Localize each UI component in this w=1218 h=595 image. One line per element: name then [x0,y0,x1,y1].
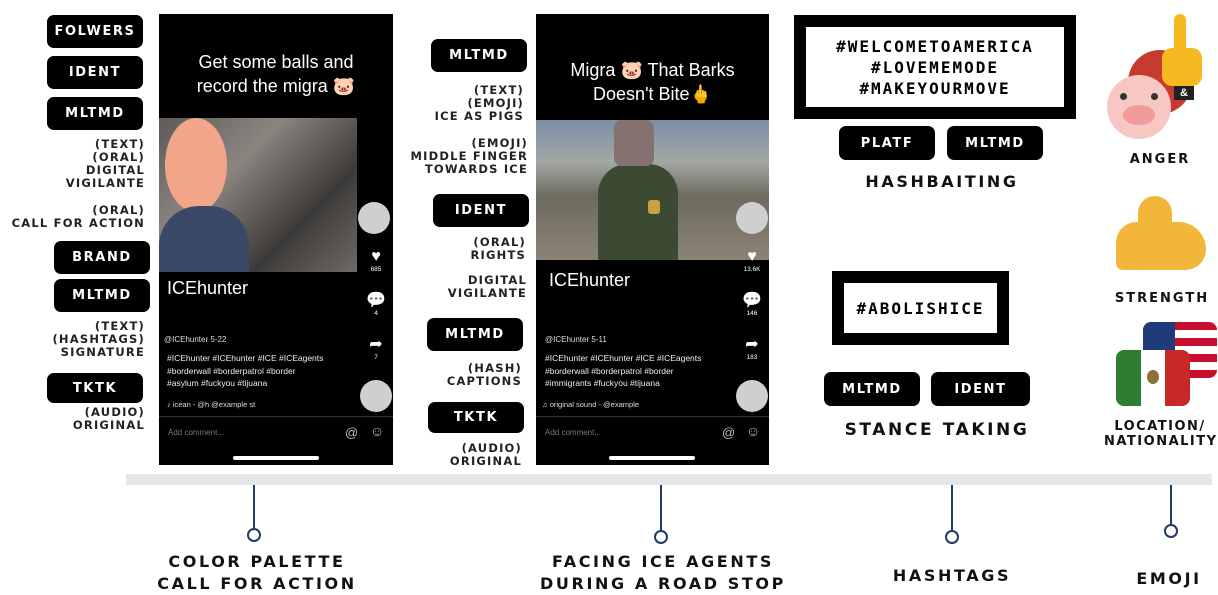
flexed-biceps-emoji [1108,194,1206,272]
note-audio-original: (AUDIO) ORIGINAL [72,405,145,432]
middle-finger-emoji [1162,14,1202,86]
timeline-stem-4 [1170,485,1172,524]
tag-platf: PLATF [839,126,935,160]
agent-uniform [598,164,678,260]
sound-info[interactable]: ♫ original sound - @example [542,400,722,409]
note-digital-vigilante: DIGITAL VIGILANTE [447,273,527,300]
tag-mltmd-2: MLTMD [54,279,150,312]
note-text-oral-digital: (TEXT) (ORAL) DIGITAL VIGILANTE [65,137,145,190]
hashtag-box-abolishice: #ABOLISHICE [832,271,1009,345]
tiktok-screenshot-1: Get some balls and record the migra 🐷 ♥ … [159,14,393,465]
comment-input[interactable]: Add comment... [168,428,224,437]
note-oral-rights: (ORAL) RIGHTS [470,235,526,262]
pig-emoji: 🐷 [332,76,356,96]
note-audio-original-2: (AUDIO) ORIGINAL [449,441,522,468]
timeline-stem-2 [660,485,662,530]
timeline-label-1: COLOR PALETTE CALL FOR ACTION [157,552,357,593]
home-indicator [609,456,695,460]
note-oral-call-for-action: (ORAL) CALL FOR ACTION [11,203,145,230]
like-button[interactable]: ♥ 685 [362,248,390,273]
timeline-label-4: EMOJI [1136,569,1202,588]
emoji-icon[interactable]: ☺ [370,423,384,439]
blurred-face [614,120,654,166]
pig-emoji: 🐷 [620,60,643,80]
tag-ident-3: IDENT [931,372,1030,406]
timeline-node-2 [654,530,668,544]
label-hashbaiting: HASHBAITING [865,172,1019,191]
comment-button[interactable]: 💬 146 [738,292,766,317]
tag-mltmd-6: MLTMD [824,372,920,406]
tag-ident: IDENT [47,56,143,89]
username[interactable]: ICEhunter [549,270,630,291]
divider [536,416,769,417]
share-button[interactable]: ➦ 183 [738,336,766,361]
comment-input[interactable]: Add comment... [545,428,601,437]
tag-ident-2: IDENT [433,194,529,227]
username[interactable]: ICEhunter [167,278,248,299]
tag-tktk-2: TKTK [428,402,524,433]
timeline-label-3: HASHTAGS [892,566,1012,585]
ampersand-glyph: & [1174,86,1194,100]
comment-bubble-icon: 💬 [742,292,762,309]
mention-icon[interactable]: @ [345,425,358,440]
timeline-bar [126,474,1212,485]
comment-button[interactable]: 💬 4 [362,292,390,317]
person-shoulder [159,206,249,272]
note-text-emoji-pigs: (TEXT) (EMOJI) ICE AS PIGS [434,83,524,123]
sound-disc[interactable] [736,380,768,412]
tag-brand: BRAND [54,241,150,274]
note-text-hashtags-signature: (TEXT) (HASHTAGS) SIGNATURE [52,319,145,359]
middle-finger-emoji: 🖕 [689,84,712,104]
heart-icon: ♥ [747,248,757,265]
timeline-node-1 [247,528,261,542]
post-handle-date[interactable]: @ICEhunter 5-11 [545,335,607,344]
tiktok-screenshot-2: Migra 🐷 That Barks Doesn't Bite🖕 ♥ 13.6K… [536,14,769,465]
label-location-nationality: LOCATION/ NATIONALITY [1104,419,1218,449]
timeline-stem-1 [253,485,255,528]
tag-mltmd-4: MLTMD [427,318,523,351]
divider [159,416,393,417]
blurred-face [165,118,227,212]
timeline-node-4 [1164,524,1178,538]
hashtag-box-welcome: #WELCOMETOAMERICA #LOVEMEMODE #MAKEYOURM… [794,15,1076,119]
video-caption: Migra 🐷 That Barks Doesn't Bite🖕 [570,60,735,104]
heart-icon: ♥ [371,248,381,265]
note-hash-captions: (HASH) CAPTIONS [446,361,522,388]
post-description: #ICEhunter #ICEhunter #ICE #ICEagents #b… [545,353,702,388]
pig-face-emoji [1107,75,1171,139]
note-emoji-middle-finger: (EMOJI) MIDDLE FINGER TOWARDS ICE [410,136,528,176]
emoji-icon[interactable]: ☺ [746,423,760,439]
share-arrow-icon: ➦ [369,336,383,353]
post-description: #ICEhunter #ICEhunter #ICE #ICEagents #b… [167,353,324,388]
post-handle-date[interactable]: @ICEhunter 5-22 [164,335,226,344]
sound-info[interactable]: ♪ icean - @h @example st [167,400,347,409]
timeline-stem-3 [951,485,953,530]
timeline-node-3 [945,530,959,544]
label-anger: ANGER [1129,152,1191,167]
share-button[interactable]: ➦ 7 [362,336,390,361]
sound-disc[interactable] [360,380,392,412]
comment-bubble-icon: 💬 [366,292,386,309]
tag-tktk: TKTK [47,373,143,403]
label-strength: STRENGTH [1114,291,1210,306]
tag-mltmd: MLTMD [47,97,143,130]
mexico-flag-emoji [1116,350,1190,406]
video-frame [159,118,357,272]
profile-avatar[interactable] [736,202,768,234]
video-frame [536,120,769,260]
home-indicator [233,456,319,460]
mention-icon[interactable]: @ [722,425,735,440]
like-button[interactable]: ♥ 13.6K [738,248,766,273]
share-arrow-icon: ➦ [745,336,759,353]
tag-folwers: FOLWERS [47,15,143,48]
profile-avatar[interactable] [358,202,390,234]
tag-mltmd-3: MLTMD [431,39,527,72]
label-stance-taking: STANCE TAKING [844,420,1030,440]
timeline-label-2: FACING ICE AGENTS DURING A ROAD STOP [540,552,786,593]
badge-icon [648,200,660,214]
video-caption: Get some balls and record the migra 🐷 [196,52,356,96]
tag-mltmd-5: MLTMD [947,126,1043,160]
